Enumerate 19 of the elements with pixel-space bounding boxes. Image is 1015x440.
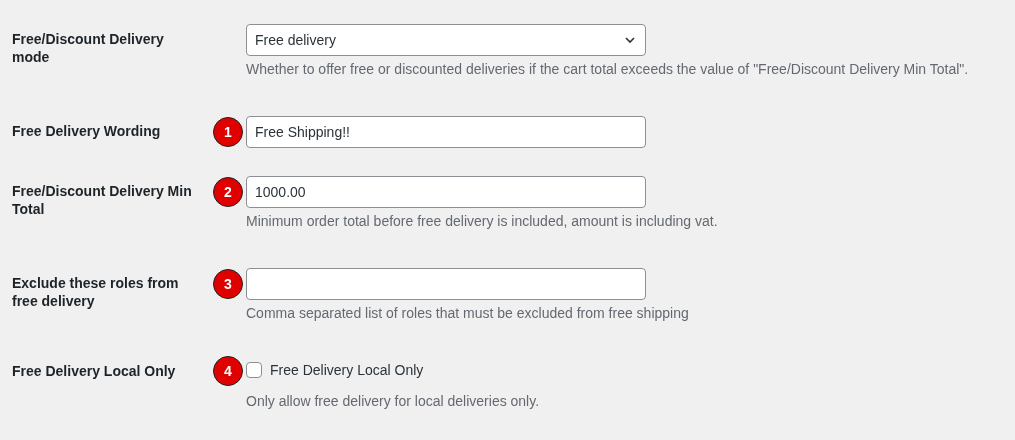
- field-description: Minimum order total before free delivery is included, amount is including vat.: [246, 212, 719, 230]
- text-field[interactable]: Free Shipping!!: [246, 116, 646, 148]
- number-badge: 3: [213, 269, 243, 299]
- field-description: Only allow free delivery for local deliveries only.: [246, 392, 541, 410]
- checkbox-label[interactable]: Free Delivery Local Only: [270, 362, 424, 378]
- select-field[interactable]: Free delivery: [246, 24, 646, 56]
- checkbox[interactable]: [246, 362, 262, 378]
- field-label: Free Delivery Wording: [12, 122, 161, 140]
- field-label: Free Delivery Local Only: [12, 362, 176, 380]
- field-label: Free/Discount Delivery Min Total: [12, 182, 193, 218]
- field-description: Comma separated list of roles that must be excluded from free shipping: [246, 304, 690, 322]
- field-label: Exclude these roles from free delivery: [12, 274, 180, 310]
- number-badge: 2: [213, 177, 243, 207]
- field-label: Free/Discount Delivery mode: [12, 30, 165, 66]
- number-badge: 4: [213, 356, 243, 386]
- text-field[interactable]: [246, 268, 646, 300]
- field-description: Whether to offer free or discounted deliveries if the cart total exceeds the value of "Free/Discount Delivery Min Total".: [246, 60, 970, 78]
- number-badge: 1: [213, 117, 243, 147]
- text-field[interactable]: 1000.00: [246, 176, 646, 208]
